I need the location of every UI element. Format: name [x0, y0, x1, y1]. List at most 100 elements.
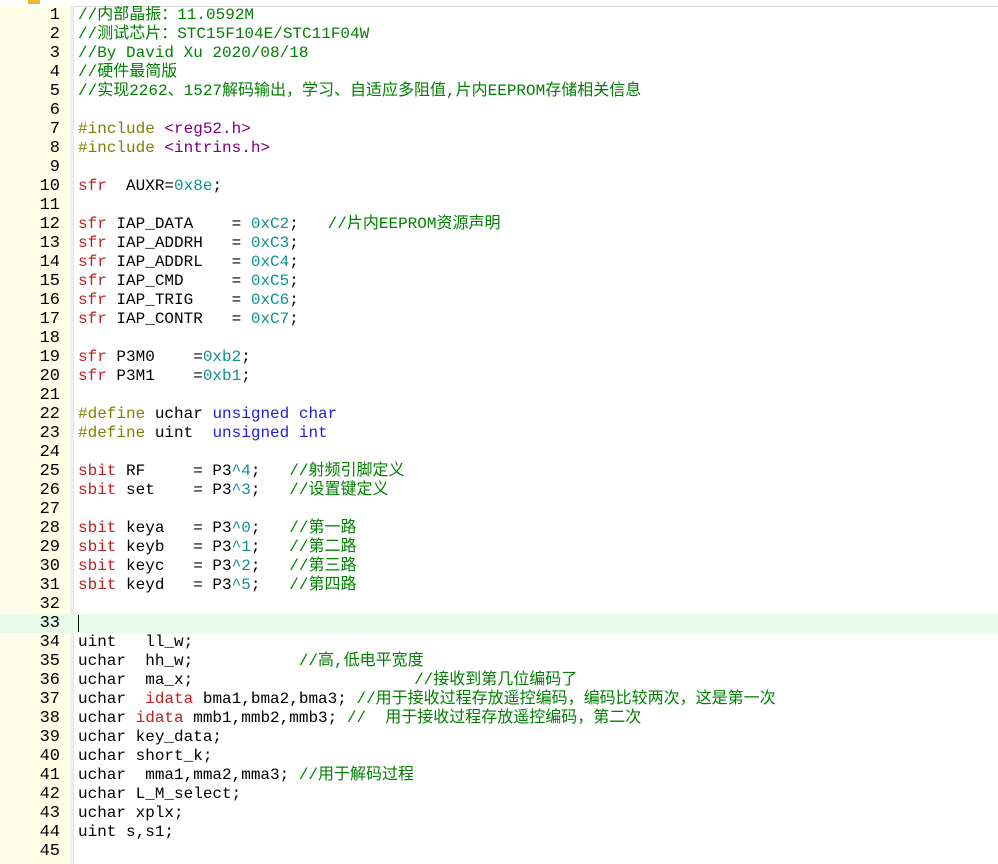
code-token: idata [135, 709, 184, 727]
code-line[interactable]: 40 uchar short_k; [0, 747, 998, 766]
code-token: sbit [78, 557, 117, 575]
code-line[interactable]: 29 sbit keyb = P3^1; //第二路 [0, 538, 998, 557]
code-token: uchar hh_w; [78, 652, 299, 670]
code-token: ; [289, 310, 299, 328]
code-token: ; [250, 576, 290, 594]
code-line[interactable]: 35 uchar hh_w; //高,低电平宽度 [0, 652, 998, 671]
code-token: //第四路 [289, 576, 357, 594]
code-line[interactable]: 9 [0, 158, 998, 177]
line-number: 10 [39, 177, 60, 196]
code-token: uint s,s1; [78, 823, 175, 841]
code-token: sfr [78, 291, 107, 309]
code-line[interactable]: 31 sbit keyd = P3^5; //第四路 [0, 576, 998, 595]
code-token: IAP_ADDRL = [106, 253, 251, 271]
code-line[interactable]: 39 uchar key_data; [0, 728, 998, 747]
code-line[interactable]: 15 sfr IAP_CMD = 0xC5; [0, 272, 998, 291]
line-number: 25 [39, 462, 60, 481]
code-line[interactable]: 41 uchar mma1,mma2,mma3; //用于解码过程 [0, 766, 998, 785]
code-token: //第二路 [289, 538, 357, 556]
code-line[interactable]: 43 uchar xplx; [0, 804, 998, 823]
code-token: ^1 [231, 538, 251, 556]
code-text: #include <intrins.h> [78, 139, 270, 158]
code-line[interactable]: 14 sfr IAP_ADDRL = 0xC4; [0, 253, 998, 272]
code-token: 0xC3 [250, 234, 290, 252]
code-token: P3M1 = [106, 367, 203, 385]
code-line[interactable]: 8 #include <intrins.h> [0, 139, 998, 158]
code-line[interactable]: 25 sbit RF = P3^4; //射频引脚定义 [0, 462, 998, 481]
code-line[interactable]: 32 [0, 595, 998, 614]
line-number: 20 [39, 367, 60, 386]
code-line[interactable]: 16 sfr IAP_TRIG = 0xC6; [0, 291, 998, 310]
code-token: uchar [145, 405, 213, 423]
code-text: sbit keya = P3^0; //第一路 [78, 519, 356, 538]
code-line[interactable]: 19 sfr P3M0 =0xb2; [0, 348, 998, 367]
code-line[interactable]: 36 uchar ma_x; //接收到第几位编码了 [0, 671, 998, 690]
code-line[interactable]: 10 sfr AUXR=0x8e; [0, 177, 998, 196]
code-line[interactable]: 37 uchar idata bma1,bma2,bma3; //用于接收过程存放… [0, 690, 998, 709]
code-token: // 用于接收过程存放遥控编码，第二次 [346, 709, 642, 727]
code-token: mmb1,mmb2,mmb3; [183, 709, 347, 727]
code-line[interactable]: 18 [0, 329, 998, 348]
code-line[interactable]: 6 [0, 101, 998, 120]
code-editor[interactable]: 1 //内部晶振：11.0592M 2 //测试芯片：STC15F104E/STC11… [0, 6, 998, 864]
line-number: 40 [39, 747, 60, 766]
code-text: sfr P3M0 =0xb2; [78, 348, 251, 367]
line-number: 21 [39, 386, 60, 405]
line-number: 45 [39, 842, 60, 861]
code-text: //测试芯片：STC15F104E/STC11F04W [78, 25, 369, 44]
code-text: uchar key_data; [78, 728, 222, 747]
code-line[interactable]: 26 sbit set = P3^3; //设置键定义 [0, 481, 998, 500]
code-line[interactable]: 21 [0, 386, 998, 405]
code-line[interactable]: 34 uint ll_w; [0, 633, 998, 652]
line-number: 5 [49, 82, 60, 101]
line-number: 39 [39, 728, 60, 747]
code-line[interactable]: 30 sbit keyc = P3^2; //第三路 [0, 557, 998, 576]
code-line[interactable]: 38 uchar idata mmb1,mmb2,mmb3; // 用于接收过程存… [0, 709, 998, 728]
code-token: IAP_CMD = [106, 272, 251, 290]
line-number: 17 [39, 310, 60, 329]
code-token: uchar key_data; [78, 728, 223, 746]
active-tab-indicator[interactable] [28, 0, 40, 4]
code-line[interactable]: 27 [0, 500, 998, 519]
code-line[interactable]: 44 uint s,s1; [0, 823, 998, 842]
code-line[interactable]: 2 //测试芯片：STC15F104E/STC11F04W [0, 25, 998, 44]
code-token: ^5 [231, 576, 251, 594]
code-token: sfr [78, 215, 107, 233]
code-token: //用于解码过程 [298, 766, 415, 784]
code-line[interactable]: 17 sfr IAP_CONTR = 0xC7; [0, 310, 998, 329]
code-token: sfr [78, 272, 107, 290]
code-line[interactable]: 33 [0, 614, 998, 633]
code-line[interactable]: 1 //内部晶振：11.0592M [0, 6, 998, 25]
code-line[interactable]: 4 //硬件最简版 [0, 63, 998, 82]
code-line[interactable]: 3 //By David Xu 2020/08/18 [0, 44, 998, 63]
line-number: 32 [39, 595, 60, 614]
code-line[interactable]: 7 #include <reg52.h> [0, 120, 998, 139]
code-line[interactable]: 13 sfr IAP_ADDRH = 0xC3; [0, 234, 998, 253]
code-line[interactable]: 45 [0, 842, 998, 861]
code-line[interactable]: 12 sfr IAP_DATA = 0xC2; //片内EEPROM资源声明 [0, 215, 998, 234]
code-token: ; [241, 367, 251, 385]
code-line[interactable]: 24 [0, 443, 998, 462]
code-line[interactable]: 20 sfr P3M1 =0xb1; [0, 367, 998, 386]
line-number: 4 [49, 63, 60, 82]
code-line[interactable]: 28 sbit keya = P3^0; //第一路 [0, 519, 998, 538]
code-token: ; [241, 348, 251, 366]
code-line[interactable]: 5 //实现2262、1527解码输出，学习、自适应多阻值,片内EEPROM存储相… [0, 82, 998, 101]
code-text: sbit keyb = P3^1; //第二路 [78, 538, 356, 557]
line-number: 22 [39, 405, 60, 424]
line-number: 34 [39, 633, 60, 652]
line-number: 35 [39, 652, 60, 671]
code-line[interactable]: 42 uchar L_M_select; [0, 785, 998, 804]
code-token: uchar xplx; [78, 804, 184, 822]
code-line[interactable]: 11 [0, 196, 998, 215]
code-token: sbit [78, 519, 117, 537]
code-token: uchar [78, 690, 146, 708]
line-number: 15 [39, 272, 60, 291]
code-text: uchar hh_w; //高,低电平宽度 [78, 652, 424, 671]
line-number: 41 [39, 766, 60, 785]
code-line[interactable]: 22 #define uchar unsigned char [0, 405, 998, 424]
code-token: sbit [78, 576, 117, 594]
code-line[interactable]: 23 #define uint unsigned int [0, 424, 998, 443]
code-text: //硬件最简版 [78, 63, 177, 82]
code-text: sfr P3M1 =0xb1; [78, 367, 251, 386]
